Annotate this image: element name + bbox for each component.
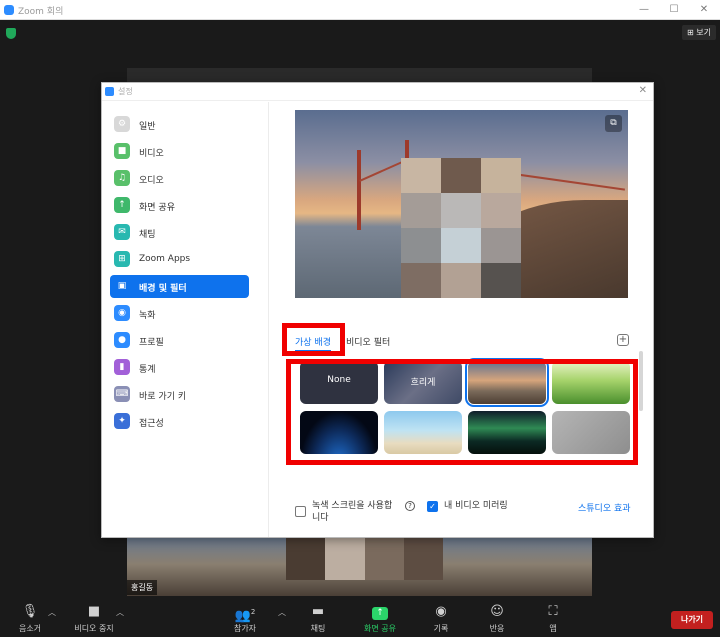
- sidebar-item-label: 일반: [139, 122, 156, 132]
- sidebar-item-video[interactable]: ■ 비디오: [110, 140, 249, 163]
- share-screen-icon: ↑: [352, 604, 408, 620]
- stop-video-label: 비디오 중지: [74, 624, 114, 633]
- headphones-icon: ♫: [114, 170, 130, 186]
- sidebar-item-profile[interactable]: ● 프로필: [110, 329, 249, 352]
- highlight-backgrounds-box: [286, 359, 638, 465]
- background-preview: ⧉: [295, 110, 628, 298]
- minimize-button[interactable]: —: [630, 2, 658, 18]
- sidebar-item-apps[interactable]: ⊞ Zoom Apps: [110, 248, 249, 271]
- tab-video-filter[interactable]: 비디오 필터: [346, 335, 390, 348]
- mirror-video-checkbox[interactable]: ✓: [427, 501, 438, 512]
- sidebar-item-label: 프로필: [139, 338, 164, 348]
- zoom-logo-icon: [105, 87, 114, 96]
- help-icon[interactable]: ?: [405, 501, 415, 511]
- participants-icon: 👥2: [234, 608, 256, 624]
- gear-icon: ⚙: [114, 116, 130, 132]
- smiley-icon: ☺: [490, 604, 504, 619]
- view-button[interactable]: ⊞ 보기: [682, 25, 716, 40]
- sidebar-item-label: 접근성: [139, 419, 164, 429]
- sidebar-item-record[interactable]: ◉ 녹화: [110, 302, 249, 325]
- share-screen-icon: ↑: [114, 197, 130, 213]
- settings-titlebar: 설정 ✕: [102, 83, 653, 101]
- green-screen-label-line1: 녹색 스크린을 사용합: [312, 501, 393, 511]
- share-screen-label: 화면 공유: [364, 624, 396, 633]
- add-background-button[interactable]: +: [617, 334, 629, 346]
- sidebar-item-label: 화면 공유: [139, 203, 175, 213]
- sidebar-item-gear[interactable]: ⚙ 일반: [110, 113, 249, 136]
- chat-button[interactable]: ▬ 채팅: [290, 604, 346, 634]
- keyboard-icon: ⌨: [114, 386, 130, 402]
- preview-face-mosaic: [401, 158, 521, 298]
- background-icon: ▣: [117, 281, 127, 291]
- green-screen-label: 녹색 스크린을 사용합니다: [312, 500, 392, 524]
- apps-button[interactable]: ⛶ 앱: [525, 604, 581, 634]
- share-screen-button[interactable]: ↑ 화면 공유: [352, 604, 408, 634]
- sidebar-item-label: 배경 및 필터: [139, 284, 187, 294]
- sidebar-item-label: 바로 가기 키: [139, 392, 187, 402]
- sidebar-item-label: 녹화: [139, 311, 156, 321]
- stats-icon: ▮: [114, 359, 130, 375]
- chat-bubble-icon: ▬: [311, 604, 325, 619]
- stop-video-button[interactable]: ■ 비디오 중지: [66, 604, 122, 634]
- security-shield-icon[interactable]: [6, 28, 16, 39]
- apps-icon: ⊞: [114, 251, 130, 267]
- zoom-logo-icon: [4, 5, 14, 15]
- reactions-label: 반응: [489, 624, 505, 633]
- sidebar-item-headphones[interactable]: ♫ 오디오: [110, 167, 249, 190]
- sidebar-item-label: 비디오: [139, 149, 164, 159]
- mute-label: 음소거: [18, 624, 42, 633]
- sidebar-item-label: 오디오: [139, 176, 164, 186]
- preview-bridge-tower: [357, 150, 361, 230]
- sidebar-item-label: 채팅: [139, 230, 156, 240]
- participants-label: 참가자: [233, 624, 257, 633]
- sidebar-item-share-screen[interactable]: ↑ 화면 공유: [110, 194, 249, 217]
- settings-title: 설정: [118, 87, 133, 96]
- chat-icon: ✉: [114, 224, 130, 240]
- window-title: Zoom 회의: [18, 7, 64, 17]
- settings-close-button[interactable]: ✕: [639, 85, 647, 96]
- chat-label: 채팅: [310, 624, 326, 633]
- record-label: 기록: [433, 624, 449, 633]
- view-button-label: 보기: [696, 28, 711, 37]
- participant-name-tag: 홍길동: [127, 580, 158, 595]
- video-options-chevron-icon[interactable]: ︿: [116, 607, 124, 618]
- sidebar-item-label: 통계: [139, 365, 156, 375]
- sidebar-item-stats[interactable]: ▮ 통계: [110, 356, 249, 379]
- apps-icon: ⛶: [548, 604, 558, 619]
- studio-effects-link[interactable]: 스튜디오 효과: [578, 501, 631, 514]
- sidebar-item-label: Zoom Apps: [139, 254, 191, 264]
- window-titlebar: Zoom 회의 — ☐ ✕: [0, 0, 720, 20]
- audio-options-chevron-icon[interactable]: ︿: [48, 607, 56, 618]
- sidebar-item-keyboard[interactable]: ⌨ 바로 가기 키: [110, 383, 249, 406]
- green-screen-label-line2: 니다: [312, 513, 329, 523]
- participants-button[interactable]: 👥2 참가자: [217, 604, 273, 634]
- leave-button[interactable]: 나가기: [671, 611, 713, 629]
- settings-dialog: 설정 ✕ ⚙ 일반 ■ 비디오 ♫ 오디오 ↑ 화면 공유 ✉ 채팅 ⊞ Zoom Apps ▣ 배경 및…: [101, 82, 654, 538]
- video-camera-icon: ■: [87, 604, 101, 619]
- reactions-button[interactable]: ☺ 반응: [469, 604, 525, 634]
- sidebar-item-background[interactable]: ▣ 배경 및 필터: [110, 275, 249, 298]
- apps-label: 앱: [549, 624, 557, 633]
- sidebar-item-chat[interactable]: ✉ 채팅: [110, 221, 249, 244]
- record-icon: ◉: [114, 305, 130, 321]
- mirror-video-label: 내 비디오 미러링: [444, 501, 508, 511]
- video-icon: ■: [114, 143, 130, 159]
- maximize-button[interactable]: ☐: [660, 2, 688, 18]
- record-button[interactable]: ◉ 기록: [413, 604, 469, 634]
- participant-count: 2: [250, 608, 256, 616]
- highlight-tab-box: [282, 323, 345, 356]
- record-icon: ◉: [435, 604, 447, 619]
- sidebar-item-accessibility[interactable]: ✦ 접근성: [110, 410, 249, 433]
- backgrounds-scrollbar[interactable]: [639, 351, 643, 411]
- profile-icon: ●: [114, 332, 130, 348]
- camera-face-mosaic: [286, 538, 443, 580]
- settings-sidebar: ⚙ 일반 ■ 비디오 ♫ 오디오 ↑ 화면 공유 ✉ 채팅 ⊞ Zoom Apps ▣ 배경 및 필터 ◉ 녹…: [102, 102, 269, 537]
- fullscreen-preview-icon[interactable]: ⧉: [605, 115, 622, 132]
- participants-options-chevron-icon[interactable]: ︿: [278, 607, 286, 618]
- accessibility-icon: ✦: [114, 413, 130, 429]
- window-close-button[interactable]: ✕: [690, 2, 718, 18]
- green-screen-checkbox[interactable]: [295, 506, 306, 517]
